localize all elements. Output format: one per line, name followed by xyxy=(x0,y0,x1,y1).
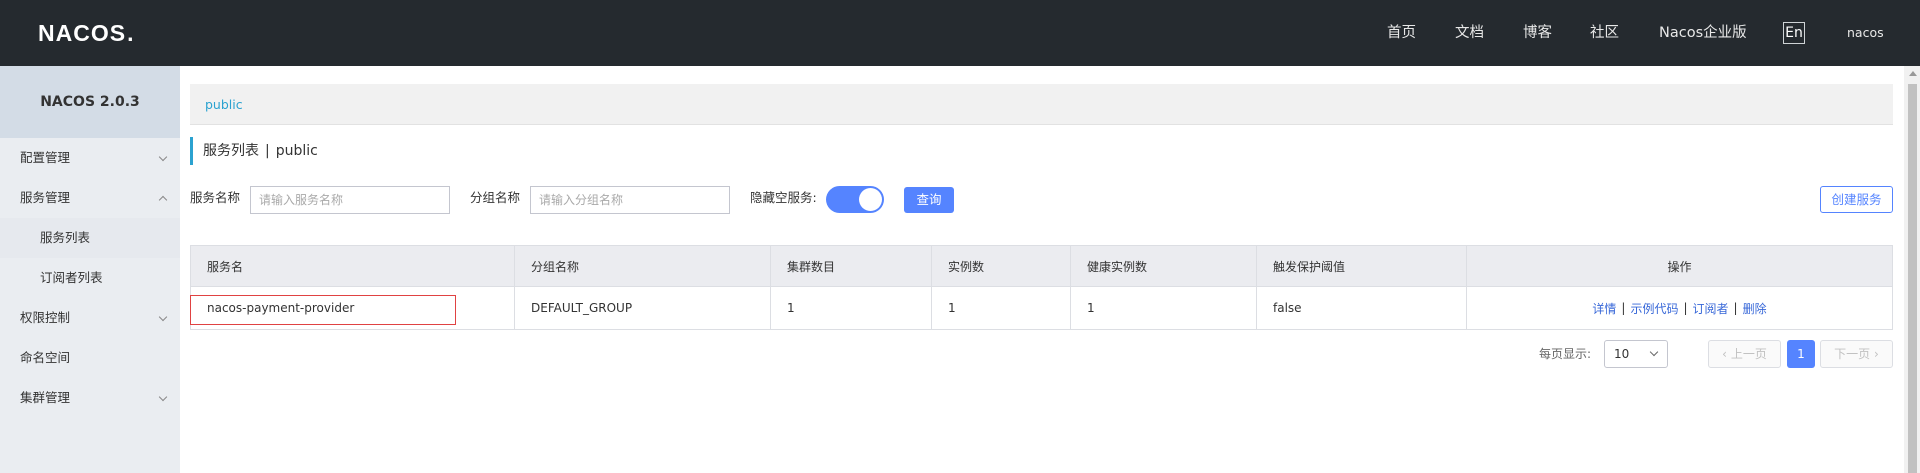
top-navbar: NACOS. 首页 文档 博客 社区 Nacos企业版 En nacos xyxy=(0,0,1920,66)
sidebar-item-label: 服务管理 xyxy=(20,190,71,205)
chevron-down-icon xyxy=(158,138,168,178)
sidebar-item-label: 权限控制 xyxy=(20,310,71,325)
sidebar-item-service[interactable]: 服务管理 xyxy=(0,178,180,218)
logo-text: NACOS xyxy=(38,19,127,46)
chevron-right-icon: › xyxy=(1874,347,1879,361)
operations-cell: 详情 | 示例代码 | 订阅者 | 删除 xyxy=(1466,287,1892,329)
sidebar-item-namespace[interactable]: 命名空间 xyxy=(0,338,180,378)
highlight-box xyxy=(190,295,456,325)
sidebar-item-label: 服务列表 xyxy=(40,230,91,245)
current-page-button[interactable]: 1 xyxy=(1787,340,1815,368)
next-page-label: 下一页 xyxy=(1834,347,1871,361)
page-title: 服务列表 | public xyxy=(190,137,318,165)
sidebar-item-label: 集群管理 xyxy=(20,390,71,405)
op-separator: | xyxy=(1733,301,1738,315)
next-page-button[interactable]: 下一页 › xyxy=(1820,340,1893,368)
chevron-down-icon xyxy=(158,298,168,338)
service-name-label: 服务名称 xyxy=(190,190,241,205)
chevron-down-icon xyxy=(1649,347,1659,357)
page-title-text: 服务列表 xyxy=(203,143,259,159)
details-link[interactable]: 详情 xyxy=(1592,300,1616,317)
protect-threshold-cell: false xyxy=(1256,287,1466,329)
nav-blog-link[interactable]: 博客 xyxy=(1523,0,1552,66)
vertical-scrollbar[interactable] xyxy=(1904,66,1920,473)
sidebar-item-permissions[interactable]: 权限控制 xyxy=(0,298,180,338)
language-toggle-button[interactable]: En xyxy=(1783,22,1805,44)
column-header: 集群数目 xyxy=(770,246,931,286)
group-name-cell: DEFAULT_GROUP xyxy=(514,287,770,329)
page-size-value: 10 xyxy=(1614,347,1630,361)
column-header: 触发保护阈值 xyxy=(1256,246,1466,286)
prev-page-button[interactable]: ‹ 上一页 xyxy=(1708,340,1781,368)
breadcrumb-namespace-link[interactable]: public xyxy=(205,84,243,125)
page-size-label: 每页显示: xyxy=(1539,347,1592,361)
hide-empty-label: 隐藏空服务: xyxy=(750,190,817,205)
page-title-separator: | xyxy=(265,143,270,159)
column-header: 服务名 xyxy=(207,259,244,274)
hide-empty-toggle[interactable] xyxy=(826,186,884,213)
page-size-select[interactable]: 10 xyxy=(1604,340,1668,368)
sidebar-item-subscribers[interactable]: 订阅者列表 xyxy=(0,258,180,298)
nacos-logo[interactable]: NACOS. xyxy=(38,20,134,46)
subscribers-link[interactable]: 订阅者 xyxy=(1693,300,1729,317)
service-name-input[interactable] xyxy=(250,186,450,214)
instance-count-cell: 1 xyxy=(931,287,1070,329)
toggle-knob xyxy=(859,188,882,211)
sidebar-item-service-list[interactable]: 服务列表 xyxy=(0,218,180,258)
create-service-button[interactable]: 创建服务 xyxy=(1820,186,1893,213)
sidebar-item-config[interactable]: 配置管理 xyxy=(0,138,180,178)
group-name-label: 分组名称 xyxy=(470,190,521,205)
chevron-up-icon xyxy=(158,178,168,218)
column-header: 健康实例数 xyxy=(1070,246,1256,286)
column-header: 分组名称 xyxy=(514,246,770,286)
sidebar-version: NACOS 2.0.3 xyxy=(0,66,180,138)
op-separator: | xyxy=(1683,301,1688,315)
sidebar: NACOS 2.0.3 配置管理 服务管理 服务列表 订阅者列表 权限控制 命名… xyxy=(0,66,180,473)
nav-enterprise-link[interactable]: Nacos企业版 xyxy=(1659,0,1747,66)
chevron-left-icon: ‹ xyxy=(1722,347,1727,361)
logo-dot: . xyxy=(127,19,135,46)
page-title-namespace: public xyxy=(275,143,318,159)
nav-home-link[interactable]: 首页 xyxy=(1387,0,1416,66)
healthy-count-cell: 1 xyxy=(1070,287,1256,329)
nav-community-link[interactable]: 社区 xyxy=(1590,0,1619,66)
chevron-down-icon xyxy=(158,378,168,418)
sidebar-item-label: 配置管理 xyxy=(20,150,71,165)
prev-page-label: 上一页 xyxy=(1730,347,1767,361)
sidebar-item-cluster[interactable]: 集群管理 xyxy=(0,378,180,418)
sample-code-link[interactable]: 示例代码 xyxy=(1630,300,1678,317)
column-header: 实例数 xyxy=(931,246,1070,286)
sidebar-item-label: 命名空间 xyxy=(20,350,71,365)
column-header: 操作 xyxy=(1466,246,1892,286)
query-button[interactable]: 查询 xyxy=(904,187,954,213)
nav-docs-link[interactable]: 文档 xyxy=(1455,0,1484,66)
scrollbar-thumb[interactable] xyxy=(1908,84,1917,473)
cluster-count-cell: 1 xyxy=(770,287,931,329)
table-header: 服务名 分组名称 集群数目 实例数 健康实例数 触发保护阈值 操作 xyxy=(190,245,1893,287)
op-separator: | xyxy=(1621,301,1626,315)
breadcrumb: public xyxy=(190,84,1893,125)
sidebar-item-label: 订阅者列表 xyxy=(40,270,103,285)
scroll-up-arrow-icon[interactable] xyxy=(1909,71,1917,76)
group-name-input[interactable] xyxy=(530,186,730,214)
user-menu[interactable]: nacos xyxy=(1847,0,1884,66)
delete-link[interactable]: 删除 xyxy=(1743,300,1767,317)
